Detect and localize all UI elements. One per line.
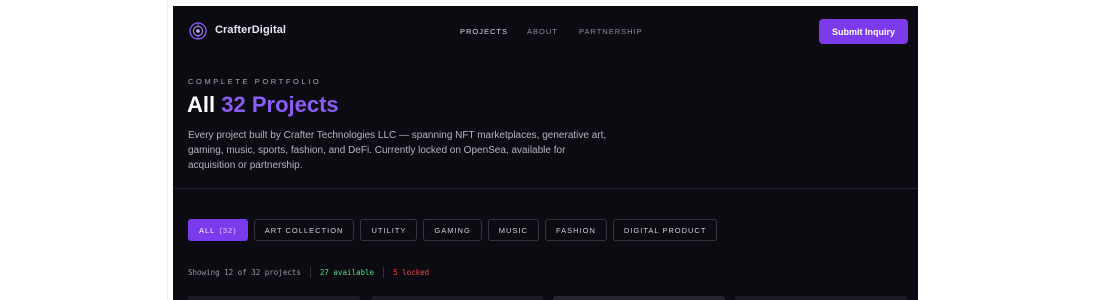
nav-partnership[interactable]: PARTNERSHIP xyxy=(579,27,643,36)
page-edge-line xyxy=(167,0,168,300)
showing-count: Showing 12 of 32 projects xyxy=(188,268,301,277)
filter-all[interactable]: ALL (32) xyxy=(188,219,248,241)
filter-count: (32) xyxy=(219,225,237,235)
title-project-count: 32 Projects xyxy=(221,92,339,117)
section-divider xyxy=(173,188,918,189)
app-window: CrafterDigital PROJECTS ABOUT PARTNERSHI… xyxy=(173,6,918,300)
status-separator xyxy=(383,267,385,278)
filter-label: DIGITAL PRODUCT xyxy=(623,225,707,235)
project-card[interactable] xyxy=(553,296,725,300)
project-card[interactable] xyxy=(371,296,543,300)
filter-label: FASHION xyxy=(555,225,596,235)
filter-fashion[interactable]: FASHION xyxy=(544,219,607,241)
crafter-logo-icon xyxy=(189,22,207,40)
filter-digital-product[interactable]: DIGITAL PRODUCT xyxy=(612,219,718,241)
page-title: All 32 Projects xyxy=(187,92,339,118)
nav-projects[interactable]: PROJECTS xyxy=(460,27,508,36)
available-count: 27 available xyxy=(319,268,375,277)
results-status: Showing 12 of 32 projects 27 available 5… xyxy=(188,267,429,278)
category-filters: ALL (32) ART COLLECTION UTILITY GAMING M… xyxy=(188,219,718,241)
status-separator xyxy=(309,267,311,278)
filter-label: ALL xyxy=(199,225,216,235)
filter-label: MUSIC xyxy=(498,225,528,235)
brand-name[interactable]: CrafterDigital xyxy=(215,24,286,36)
portfolio-eyebrow: COMPLETE PORTFOLIO xyxy=(188,77,322,86)
locked-count: 5 locked xyxy=(393,268,430,277)
project-card[interactable] xyxy=(188,296,360,300)
filter-music[interactable]: MUSIC xyxy=(487,219,539,241)
filter-label: GAMING xyxy=(434,225,471,235)
nav-about[interactable]: ABOUT xyxy=(527,27,558,36)
filter-art-collection[interactable]: ART COLLECTION xyxy=(253,219,355,241)
filter-gaming[interactable]: GAMING xyxy=(423,219,482,241)
filter-label: UTILITY xyxy=(371,225,407,235)
submit-inquiry-button[interactable]: Submit Inquiry xyxy=(819,19,908,44)
title-prefix: All xyxy=(187,92,216,117)
filter-label: ART COLLECTION xyxy=(264,225,344,235)
project-card[interactable] xyxy=(735,296,907,300)
filter-utility[interactable]: UTILITY xyxy=(360,219,418,241)
portfolio-description: Every project built by Crafter Technolog… xyxy=(188,130,607,171)
